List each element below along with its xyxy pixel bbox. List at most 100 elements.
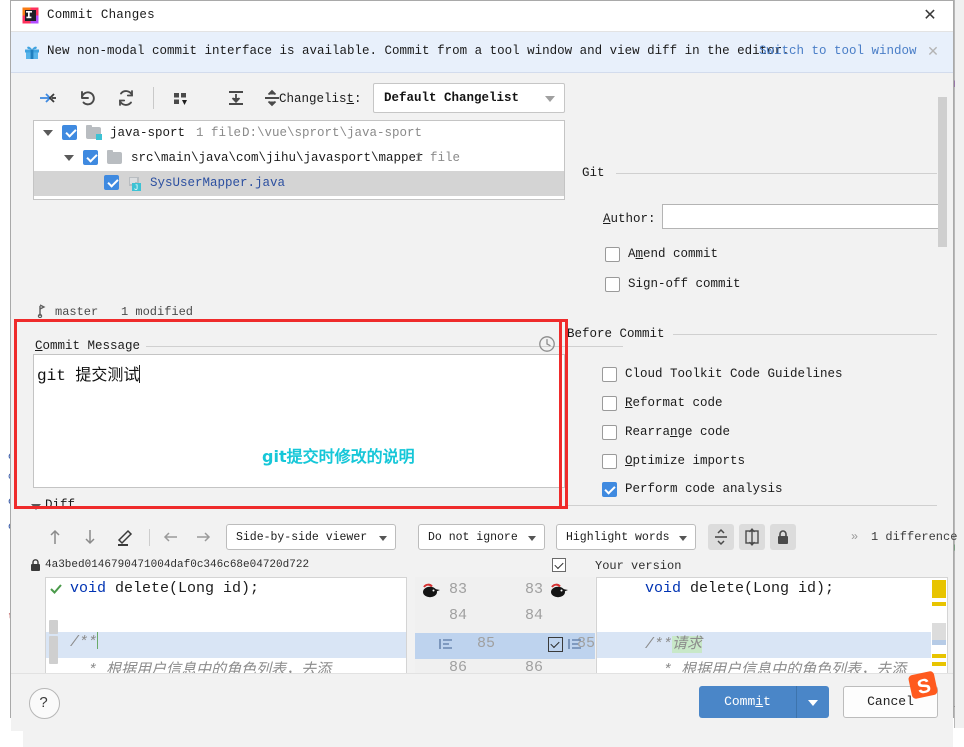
commit-message-input[interactable]: git 提交测试 git提交时修改的说明 <box>33 354 565 488</box>
perform-analysis-checkbox[interactable] <box>602 482 617 497</box>
rearrange-code-checkbox[interactable] <box>602 425 617 440</box>
java-file-icon: J <box>128 176 142 193</box>
commit-options-panel: Git Author: Amend commit Sign-off commit… <box>564 73 953 506</box>
signoff-commit-checkbox[interactable] <box>605 277 620 292</box>
previous-difference-icon[interactable] <box>43 525 67 549</box>
code-line: /** <box>46 632 406 658</box>
folder-icon <box>107 150 122 164</box>
chevron-down-icon[interactable] <box>64 155 74 161</box>
table-row[interactable]: J SysUserMapper.java <box>34 171 564 196</box>
optimize-imports-checkbox[interactable] <box>602 454 617 469</box>
accept-right-icon[interactable] <box>191 525 215 549</box>
svg-text:J: J <box>134 184 139 191</box>
options-scrollbar[interactable] <box>938 97 947 247</box>
branch-icon <box>37 304 49 319</box>
viewer-mode-dropdown[interactable]: Side-by-side viewer <box>226 524 396 550</box>
difference-count: 1 difference <box>871 530 958 544</box>
diff-right-title: Your version <box>595 559 682 573</box>
changed-lines-icon <box>568 638 582 650</box>
clock-icon[interactable] <box>538 335 556 353</box>
annotation-text: git提交时修改的说明 <box>262 447 415 466</box>
minimap-marker <box>932 640 946 645</box>
vertical-scrollbar[interactable] <box>49 636 58 664</box>
node-count: 1 file <box>415 151 461 165</box>
node-count: 1 file <box>196 126 242 140</box>
gift-icon <box>23 43 41 61</box>
edit-source-icon[interactable] <box>113 525 137 549</box>
divider <box>673 334 937 335</box>
toolbar-separator <box>149 529 150 546</box>
perform-analysis-label: Perform code analysis <box>625 482 783 496</box>
line-number: 83 <box>524 581 543 598</box>
accept-left-icon[interactable] <box>159 525 183 549</box>
show-diff-icon[interactable] <box>33 83 63 113</box>
collapse-unchanged-icon[interactable] <box>708 524 734 550</box>
screen: er or el el ta | M g ; a <box>0 0 964 747</box>
switch-to-tool-window-link[interactable]: Switch to tool window <box>759 44 917 58</box>
node-name: src\main\java\com\jihu\javasport\mapper <box>131 151 424 165</box>
code-line: void delete(Long id); <box>645 580 835 597</box>
next-difference-icon[interactable] <box>78 525 102 549</box>
expand-differences-icon[interactable]: » <box>851 530 858 544</box>
chevron-down-icon <box>679 536 687 541</box>
chevron-down-icon[interactable] <box>43 130 53 136</box>
rearrange-code-label: Rearrange code <box>625 425 731 439</box>
reformat-code-checkbox[interactable] <box>602 396 617 411</box>
branch-name: master <box>55 305 99 319</box>
group-by-icon[interactable] <box>165 83 195 113</box>
chevron-down-icon[interactable] <box>31 504 41 510</box>
commit-dropdown-button[interactable] <box>796 686 829 718</box>
vertical-scrollbar[interactable] <box>49 620 58 634</box>
line-number: 84 <box>448 607 467 624</box>
synchronize-scroll-icon[interactable] <box>739 524 765 550</box>
cloud-toolkit-checkbox[interactable] <box>602 367 617 382</box>
close-icon[interactable]: ✕ <box>920 6 940 26</box>
changed-lines-icon <box>439 638 453 650</box>
checkbox[interactable] <box>83 150 98 165</box>
checkbox[interactable] <box>62 125 77 140</box>
diff-headers: 4a3bed0146790471004daf0c346c68e04720d722… <box>23 555 953 577</box>
whitespace-value: Do not ignore <box>428 531 518 544</box>
revert-icon[interactable] <box>73 83 103 113</box>
changelist-label: Changelist: <box>279 92 362 106</box>
folder-modified-icon <box>86 125 102 140</box>
highlight-dropdown[interactable]: Highlight words <box>556 524 696 550</box>
read-only-lock-icon[interactable] <box>770 524 796 550</box>
help-button[interactable]: ? <box>29 688 60 719</box>
author-field[interactable] <box>662 204 945 229</box>
commit-changes-dialog: Commit Changes ✕ New non-modal commit in… <box>10 0 957 747</box>
commit-button[interactable]: Commit <box>699 686 796 718</box>
checkbox[interactable] <box>104 175 119 190</box>
amend-commit-checkbox[interactable] <box>605 247 620 262</box>
changelist-dropdown[interactable]: Default Changelist <box>373 83 565 113</box>
table-row[interactable]: src\main\java\com\jihu\javasport\mapper … <box>34 146 564 171</box>
code-line: void delete(Long id); <box>70 580 260 597</box>
expand-all-icon[interactable] <box>221 83 251 113</box>
changed-files-tree[interactable]: java-sport 1 file D:\vue\sprort\java-spo… <box>33 120 565 200</box>
reformat-code-label: Reformat code <box>625 396 723 410</box>
amend-commit-label: Amend commit <box>628 247 719 261</box>
commit-message-label: Commit Message <box>35 339 147 353</box>
table-row[interactable]: java-sport 1 file D:\vue\sprort\java-spo… <box>34 121 564 146</box>
minimap-marker <box>932 662 946 666</box>
diff-right-checkbox[interactable] <box>552 558 566 572</box>
sogou-ime-icon[interactable]: S <box>906 668 940 702</box>
divider <box>567 505 937 506</box>
diff-section-toggle[interactable]: Diff <box>45 498 75 512</box>
divider <box>616 173 937 174</box>
node-path: D:\vue\sprort\java-sport <box>242 126 423 140</box>
apply-change-checkbox[interactable] <box>548 637 563 652</box>
changes-toolbar: Changelist: Default Changelist <box>25 81 565 117</box>
lock-icon <box>29 558 42 572</box>
notification-close-icon[interactable]: ✕ <box>924 42 942 60</box>
git-group-label: Git <box>582 166 612 180</box>
refresh-icon[interactable] <box>111 83 141 113</box>
chevron-down-icon <box>379 536 387 541</box>
whitespace-dropdown[interactable]: Do not ignore <box>418 524 545 550</box>
cloud-toolkit-label: Cloud Toolkit Code Guidelines <box>625 367 843 381</box>
signoff-commit-label: Sign-off commit <box>628 277 741 291</box>
node-name: SysUserMapper.java <box>150 176 286 190</box>
dialog-titlebar: Commit Changes ✕ <box>11 1 953 32</box>
dialog-body: Changelist: Default Changelist java-spor… <box>11 73 957 747</box>
